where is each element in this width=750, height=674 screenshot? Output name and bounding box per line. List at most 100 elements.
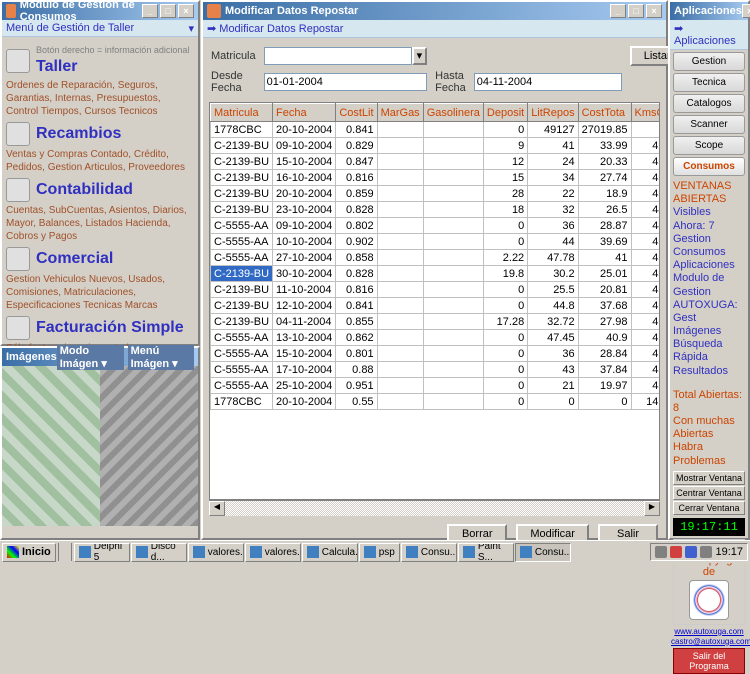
table-cell[interactable]: 1778CBC [211, 394, 273, 410]
table-cell[interactable]: 44 [528, 234, 578, 250]
table-cell[interactable] [423, 202, 483, 218]
column-header[interactable]: MarGas [377, 104, 423, 122]
table-cell[interactable] [631, 122, 660, 138]
table-cell[interactable]: 34 [528, 170, 578, 186]
table-cell[interactable]: 0 [483, 346, 527, 362]
table-cell[interactable]: 25.5 [528, 282, 578, 298]
table-cell[interactable]: 0.829 [336, 138, 377, 154]
table-cell[interactable]: 25.01 [578, 266, 631, 282]
table-cell[interactable]: C-2139-BU [211, 170, 273, 186]
table-row[interactable]: C-5555-AA27-10-20040.8582.2247.78414518 [211, 250, 661, 266]
table-cell[interactable] [423, 170, 483, 186]
table-cell[interactable]: 12-10-2004 [273, 298, 336, 314]
table-cell[interactable]: 0.88 [336, 362, 377, 378]
table-row[interactable]: C-5555-AA25-10-20040.95102119.974897 [211, 378, 661, 394]
table-cell[interactable]: 22 [528, 186, 578, 202]
table-cell[interactable] [423, 282, 483, 298]
table-cell[interactable]: 47.45 [528, 330, 578, 346]
table-row[interactable]: 1778CBC20-10-20040.84104912727019.85 [211, 122, 661, 138]
table-cell[interactable]: 32.72 [528, 314, 578, 330]
table-cell[interactable]: 25-10-2004 [273, 378, 336, 394]
left-titlebar[interactable]: Modulo de Gestion de Consumos _ □ × [2, 2, 198, 20]
table-cell[interactable]: 0 [483, 218, 527, 234]
table-cell[interactable]: 21 [528, 378, 578, 394]
open-window-item[interactable]: Búsqueda Rápida [673, 338, 745, 364]
table-cell[interactable] [423, 314, 483, 330]
table-cell[interactable]: C-2139-BU [211, 314, 273, 330]
table-cell[interactable]: C-2139-BU [211, 138, 273, 154]
table-cell[interactable]: 30.2 [528, 266, 578, 282]
scroll-left-button[interactable]: ◀ [209, 501, 225, 516]
start-button[interactable]: Inicio [2, 543, 56, 562]
table-cell[interactable] [377, 202, 423, 218]
table-cell[interactable]: 40.9 [578, 330, 631, 346]
table-cell[interactable]: 16-10-2004 [273, 170, 336, 186]
table-cell[interactable]: 27019.85 [578, 122, 631, 138]
table-cell[interactable]: 20.33 [578, 154, 631, 170]
table-cell[interactable]: C-2139-BU [211, 298, 273, 314]
table-cell[interactable]: 27-10-2004 [273, 250, 336, 266]
close-button[interactable]: × [178, 4, 194, 18]
table-cell[interactable] [423, 154, 483, 170]
table-cell[interactable]: C-2139-BU [211, 154, 273, 170]
window-action-button[interactable]: Cerrar Ventana [673, 501, 745, 515]
section-header[interactable]: Comercial [6, 247, 194, 271]
table-cell[interactable] [423, 266, 483, 282]
table-cell[interactable] [377, 314, 423, 330]
table-cell[interactable]: 20-10-2004 [273, 394, 336, 410]
maximize-button[interactable]: □ [628, 4, 644, 18]
table-cell[interactable]: 10-10-2004 [273, 234, 336, 250]
table-cell[interactable]: 0.862 [336, 330, 377, 346]
table-cell[interactable]: 4386 [631, 186, 660, 202]
table-cell[interactable]: 19.97 [578, 378, 631, 394]
exit-program-button[interactable]: Salir del Programa [673, 648, 745, 674]
app-tab-scanner[interactable]: Scanner [673, 115, 745, 134]
table-cell[interactable] [377, 250, 423, 266]
table-cell[interactable]: 39.69 [578, 234, 631, 250]
minimize-button[interactable]: _ [142, 4, 158, 18]
minimize-button[interactable]: _ [610, 4, 626, 18]
center-menubar[interactable]: ➡ Modificar Datos Repostar [203, 20, 666, 38]
table-cell[interactable] [377, 330, 423, 346]
table-cell[interactable]: 0 [483, 298, 527, 314]
table-cell[interactable]: 13-10-2004 [273, 330, 336, 346]
table-row[interactable]: C-5555-AA10-10-20040.90204439.694502 [211, 234, 661, 250]
table-cell[interactable]: 36 [528, 346, 578, 362]
app-tab-tecnica[interactable]: Tecnica [673, 73, 745, 92]
table-cell[interactable]: 0.847 [336, 154, 377, 170]
open-window-item[interactable]: AUTOXUGA: Gest [673, 299, 745, 325]
table-cell[interactable]: 27.74 [578, 170, 631, 186]
open-window-item[interactable]: Modulo de Gestion [673, 272, 745, 298]
table-cell[interactable]: 0.841 [336, 122, 377, 138]
section-header[interactable]: Contabilidad [6, 178, 194, 202]
open-window-item[interactable]: Gestion Consumos [673, 233, 745, 259]
table-cell[interactable]: 33.99 [578, 138, 631, 154]
table-cell[interactable]: C-5555-AA [211, 218, 273, 234]
table-cell[interactable]: 0.951 [336, 378, 377, 394]
table-cell[interactable]: C-5555-AA [211, 362, 273, 378]
table-cell[interactable]: 0.828 [336, 202, 377, 218]
matricula-dropdown-button[interactable]: ▾ [412, 47, 428, 65]
table-cell[interactable]: 0 [483, 122, 527, 138]
section-header[interactable]: Botón derecho = información adicionalTal… [6, 45, 194, 77]
images-titlebar[interactable]: Imágenes Modo Imágen ▾ Menú Imágen ▾ [2, 348, 198, 366]
table-cell[interactable] [377, 154, 423, 170]
table-cell[interactable]: 41 [578, 250, 631, 266]
tray-icon[interactable] [700, 546, 712, 558]
table-cell[interactable]: 4632 [631, 298, 660, 314]
table-cell[interactable] [423, 250, 483, 266]
table-cell[interactable]: 41 [528, 138, 578, 154]
table-cell[interactable]: 43 [528, 362, 578, 378]
table-cell[interactable]: 4767 [631, 346, 660, 362]
table-cell[interactable]: 28.84 [578, 346, 631, 362]
table-cell[interactable]: 0 [483, 282, 527, 298]
table-cell[interactable]: 20.81 [578, 282, 631, 298]
table-cell[interactable]: 37.68 [578, 298, 631, 314]
table-cell[interactable]: 4338 [631, 170, 660, 186]
table-cell[interactable]: 0.855 [336, 314, 377, 330]
table-cell[interactable]: C-5555-AA [211, 330, 273, 346]
table-cell[interactable]: 20-10-2004 [273, 122, 336, 138]
section-header[interactable]: Facturación Simple [6, 316, 194, 340]
table-row[interactable]: C-5555-AA17-10-20040.8804337.844847 [211, 362, 661, 378]
table-cell[interactable] [423, 186, 483, 202]
